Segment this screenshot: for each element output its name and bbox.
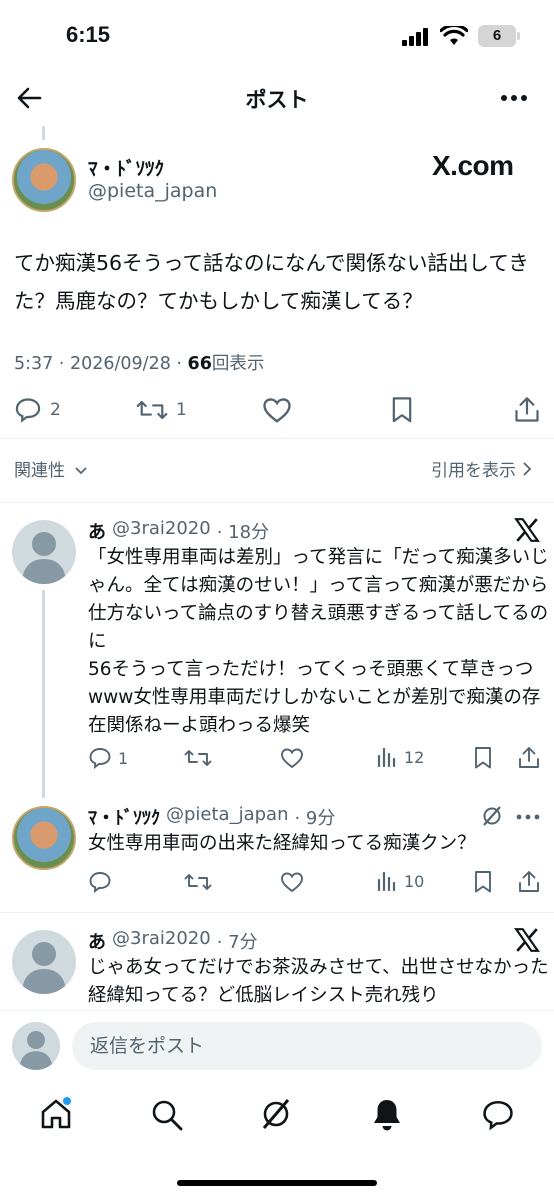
repost-button[interactable]: 1 — [136, 396, 187, 424]
views-count: 10 — [404, 871, 425, 891]
home-icon[interactable] — [38, 1096, 74, 1132]
sort-dropdown[interactable]: 関連性 — [14, 456, 88, 481]
reply-icon[interactable] — [88, 870, 112, 894]
reply-button[interactable]: 1 — [88, 746, 128, 770]
x-logo-icon — [514, 928, 540, 952]
share-icon[interactable] — [518, 870, 540, 894]
avatar — [12, 1022, 60, 1070]
repost-icon[interactable] — [184, 870, 212, 894]
more-options-icon[interactable] — [516, 814, 540, 820]
reply-author-name[interactable]: ﾏ・ﾄﾞｿﾂｸ — [88, 804, 160, 830]
avatar[interactable] — [12, 520, 76, 584]
avatar[interactable] — [12, 806, 76, 870]
x-com-badge: X.com — [432, 150, 514, 181]
repost-icon — [136, 400, 168, 420]
grok-icon[interactable] — [258, 1096, 294, 1132]
reply-author-name[interactable]: あ — [88, 928, 106, 954]
thread-line — [42, 126, 45, 140]
avatar[interactable] — [12, 930, 76, 994]
view-label: 回表示 — [211, 354, 265, 374]
reply-author-handle[interactable]: @3rai2020 — [112, 928, 211, 954]
home-indicator — [177, 1180, 377, 1186]
reply-header: ﾏ・ﾄﾞｿﾂｸ @pieta_japan · 9分 — [88, 804, 335, 830]
reply-time: · 7分 — [216, 932, 258, 953]
more-options-icon[interactable] — [500, 94, 528, 102]
wifi-icon — [440, 26, 468, 45]
author-name[interactable]: ﾏ・ﾄﾞｿﾂｸ — [88, 154, 164, 181]
reply-header: あ @3rai2020 · 18分 — [88, 518, 269, 544]
author-handle[interactable]: @pieta_japan — [88, 180, 217, 202]
view-quotes-link[interactable]: 引用を表示 — [431, 456, 532, 481]
tweet-meta: 5:37 · 2026/09/28 · 66回表示 — [14, 350, 264, 375]
reply-time: · 18分 — [216, 522, 270, 543]
reply-button[interactable]: 2 — [14, 396, 61, 424]
reply-count: 2 — [50, 400, 61, 420]
notifications-icon[interactable] — [370, 1096, 404, 1132]
reply-text: 「女性専用車両は差別」って発言に「だって痴漢多いじゃん。全ては痴漢のせい！」って… — [88, 547, 549, 736]
x-logo-icon — [514, 518, 540, 542]
views-button[interactable]: 12 — [376, 746, 424, 768]
reply-icon — [89, 748, 111, 769]
divider — [0, 912, 554, 913]
reply-text: じゃあ女ってだけでお茶汲みさせて、出世させなかった経緯知ってる？ど低脳レイシスト… — [88, 957, 549, 1006]
views-count: 12 — [404, 747, 425, 767]
reply-input[interactable]: 返信をポスト — [72, 1022, 542, 1070]
tweet-text: てか痴漢56そうって話なのになんで関係ない話出してきた？馬鹿なの？てかもしかして… — [14, 251, 529, 313]
repost-count: 1 — [176, 400, 187, 420]
reply-author-handle[interactable]: @3rai2020 — [112, 518, 211, 544]
default-avatar-icon — [19, 1031, 53, 1070]
reply-time: · 9分 — [294, 808, 336, 829]
reply-author-handle[interactable]: @pieta_japan — [166, 804, 288, 830]
divider — [0, 502, 554, 503]
default-avatar-icon — [22, 942, 66, 994]
analytics-icon — [377, 747, 396, 768]
view-quotes-label: 引用を表示 — [431, 461, 516, 481]
page-title: ポスト — [245, 88, 309, 112]
analytics-icon — [377, 871, 396, 892]
repost-icon[interactable] — [184, 746, 212, 770]
share-icon[interactable] — [518, 746, 540, 770]
battery-indicator: 6 — [478, 25, 520, 47]
reply-count: 1 — [118, 748, 129, 768]
search-icon[interactable] — [150, 1098, 184, 1132]
view-count: 66 — [187, 354, 212, 374]
bookmark-icon[interactable] — [389, 396, 415, 424]
sort-label: 関連性 — [14, 461, 65, 481]
chevron-right-icon — [523, 461, 532, 476]
signal-icon — [402, 28, 428, 46]
divider — [0, 438, 554, 439]
status-time: 6:15 — [66, 22, 111, 47]
messages-icon[interactable] — [480, 1098, 516, 1132]
default-avatar-icon — [22, 532, 66, 584]
bookmark-icon[interactable] — [472, 746, 494, 770]
like-icon[interactable] — [280, 870, 304, 894]
share-icon[interactable] — [514, 396, 540, 424]
reply-text: 女性専用車両の出来た経緯知ってる痴漢クン？ — [88, 833, 476, 854]
reply-icon — [15, 398, 41, 423]
reply-header: あ @3rai2020 · 7分 — [88, 928, 258, 954]
like-icon[interactable] — [262, 396, 292, 424]
reply-author-name[interactable]: あ — [88, 518, 106, 544]
like-icon[interactable] — [280, 746, 304, 770]
chevron-down-icon — [75, 467, 88, 475]
thread-line — [42, 590, 45, 798]
grok-icon[interactable] — [480, 804, 504, 828]
avatar[interactable] — [12, 148, 76, 212]
bookmark-icon[interactable] — [472, 870, 494, 894]
views-button[interactable]: 10 — [376, 870, 424, 892]
tweet-timestamp: 5:37 · 2026/09/28 · — [14, 354, 188, 374]
